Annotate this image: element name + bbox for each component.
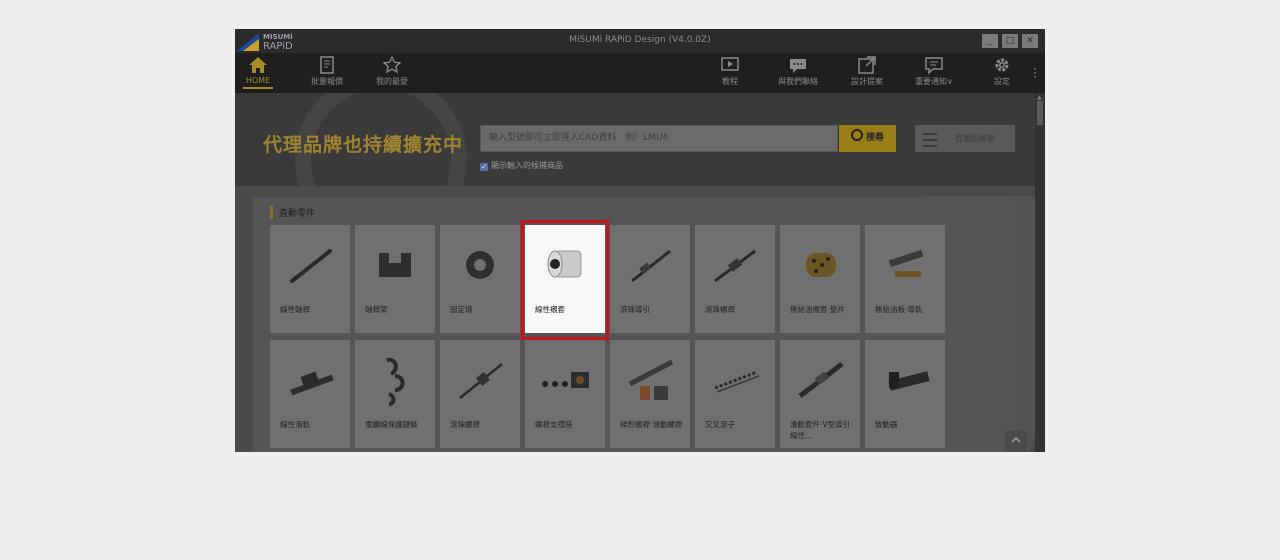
chevron-up-icon bbox=[1011, 436, 1021, 443]
chat-bubble-icon bbox=[790, 59, 806, 73]
maximize-button[interactable]: □ bbox=[1002, 34, 1018, 48]
product-tile[interactable]: 致動器 bbox=[865, 340, 945, 448]
app-window: MISUMi RAPiD Design MiSUMi RAPiD Design … bbox=[235, 29, 1045, 452]
product-tile[interactable]: 滾珠導引 bbox=[610, 225, 690, 333]
checkbox-checked-icon: ✓ bbox=[480, 163, 488, 171]
oil-free-bushing-icon bbox=[806, 253, 836, 277]
ball-screw-icon bbox=[714, 249, 756, 283]
star-icon bbox=[382, 55, 402, 74]
search-banner: 代理品牌也持續擴充中 輸入型號即可立即匯入CAD資料 例）LMU6 搜尋 從類別… bbox=[235, 93, 1035, 186]
more-menu-icon[interactable]: · · · bbox=[1033, 63, 1037, 83]
search-icon bbox=[850, 129, 863, 141]
bulk-quote-label: 批量報價 bbox=[311, 77, 343, 86]
scroll-up-icon[interactable]: ▲ bbox=[1037, 94, 1042, 101]
vertical-scrollbar[interactable]: ▲ bbox=[1035, 93, 1045, 452]
search-button[interactable]: 搜尋 bbox=[839, 125, 896, 152]
home-label: HOME bbox=[245, 76, 271, 85]
product-tile[interactable]: 線性滑軌 bbox=[270, 340, 350, 448]
search-input[interactable]: 輸入型號即可立即匯入CAD資料 例）LMU6 bbox=[480, 125, 838, 152]
settings-tab[interactable]: 設定 bbox=[987, 55, 1017, 91]
content-area: 直動零件 線性軸桿 軸桿架 固定環 線性襯套 滾珠導引 滾珠螺桿 無給油襯套·墊… bbox=[235, 186, 1035, 452]
message-icon bbox=[925, 57, 943, 75]
notice-tab[interactable]: 重要通知∨ bbox=[911, 55, 957, 91]
contact-tab[interactable]: 與我們聯絡 bbox=[775, 55, 821, 91]
quote-document-icon bbox=[320, 56, 334, 74]
product-tile[interactable]: 軸桿架 bbox=[355, 225, 435, 333]
linear-shaft-icon bbox=[290, 249, 332, 283]
cross-roller-icon bbox=[714, 370, 760, 393]
home-tab[interactable]: HOME bbox=[243, 55, 273, 91]
tutorial-label: 教程 bbox=[722, 77, 738, 86]
screw-support-icon bbox=[542, 372, 589, 388]
window-title: MiSUMi RAPiD Design (V4.0.0Z) bbox=[569, 35, 711, 45]
favorites-tab[interactable]: 我的最愛 bbox=[370, 55, 414, 91]
banner-slogan: 代理品牌也持續擴充中 bbox=[263, 134, 464, 156]
product-tile[interactable]: 滾珠螺桿 bbox=[695, 225, 775, 333]
product-tile[interactable]: 固定環 bbox=[440, 225, 520, 333]
actuator-icon bbox=[888, 371, 930, 391]
notice-label: 重要通知∨ bbox=[915, 77, 953, 86]
product-tile[interactable]: 電纜線保護鏈條 bbox=[355, 340, 435, 448]
settings-label: 設定 bbox=[994, 77, 1010, 86]
product-tile[interactable]: 線性軸桿 bbox=[270, 225, 350, 333]
contact-label: 與我們聯絡 bbox=[778, 77, 818, 86]
home-icon bbox=[249, 57, 267, 73]
search-button-label: 搜尋 bbox=[865, 133, 884, 143]
cable-chain-icon bbox=[386, 357, 405, 406]
bulk-quote-tab[interactable]: 批量報價 bbox=[305, 55, 349, 91]
oil-free-plate-icon bbox=[888, 249, 924, 277]
gear-icon bbox=[995, 58, 1009, 72]
scrollbar-thumb[interactable] bbox=[1037, 101, 1043, 125]
tutorial-tab[interactable]: 教程 bbox=[715, 55, 745, 91]
external-link-icon bbox=[858, 56, 876, 74]
main-toolbar: HOME 批量報價 我的最愛 教程 與我們聯絡 設計提案 重要通知∨ 設定 · … bbox=[235, 53, 1045, 93]
tutorial-play-icon bbox=[721, 57, 739, 71]
minimize-button[interactable]: _ bbox=[982, 34, 998, 48]
close-button[interactable]: ✕ bbox=[1022, 34, 1038, 48]
back-to-top-button[interactable] bbox=[1005, 431, 1027, 452]
shaft-support-icon bbox=[379, 249, 411, 277]
category-search-label: 從類別檢索 bbox=[955, 134, 995, 143]
product-tile[interactable]: 交叉滾子 bbox=[695, 340, 775, 448]
title-bar: MISUMi RAPiD Design MiSUMi RAPiD Design … bbox=[235, 29, 1045, 63]
product-tile[interactable]: 無給油襯套·墊片 bbox=[780, 225, 860, 333]
show-candidates-label: 顯示輸入的候補商品 bbox=[491, 161, 563, 170]
show-candidates-checkbox[interactable]: ✓ 顯示輸入的候補商品 bbox=[480, 160, 563, 171]
ball-spline-icon bbox=[631, 249, 671, 283]
menu-lines-icon bbox=[923, 133, 937, 147]
linear-guide-icon bbox=[290, 371, 334, 396]
product-tile[interactable]: 滾珠螺桿 bbox=[440, 340, 520, 448]
design-report-label: 設計提案 bbox=[851, 77, 883, 86]
set-collar-icon bbox=[466, 251, 494, 279]
section-title: 直動零件 bbox=[270, 206, 315, 219]
favorites-label: 我的最愛 bbox=[376, 77, 408, 86]
category-panel: 直動零件 線性軸桿 軸桿架 固定環 線性襯套 滾珠導引 滾珠螺桿 無給油襯套·墊… bbox=[253, 197, 1015, 452]
product-tile[interactable]: 螺桿支撐座 bbox=[525, 340, 605, 448]
trapezoidal-screw-icon bbox=[628, 359, 674, 400]
product-tile[interactable]: 梯形螺桿·滑動螺桿 bbox=[610, 340, 690, 448]
ball-screw-icon bbox=[459, 363, 503, 399]
product-tile[interactable]: 無給油板·導軌 bbox=[865, 225, 945, 333]
highlight-frame bbox=[521, 220, 609, 340]
design-report-tab[interactable]: 設計提案 bbox=[847, 55, 887, 91]
slide-guide-icon bbox=[798, 362, 844, 398]
product-tile[interactable]: 滑動套件·V型導引·線性... bbox=[780, 340, 860, 448]
category-search-button[interactable]: 從類別檢索 bbox=[915, 125, 1015, 152]
